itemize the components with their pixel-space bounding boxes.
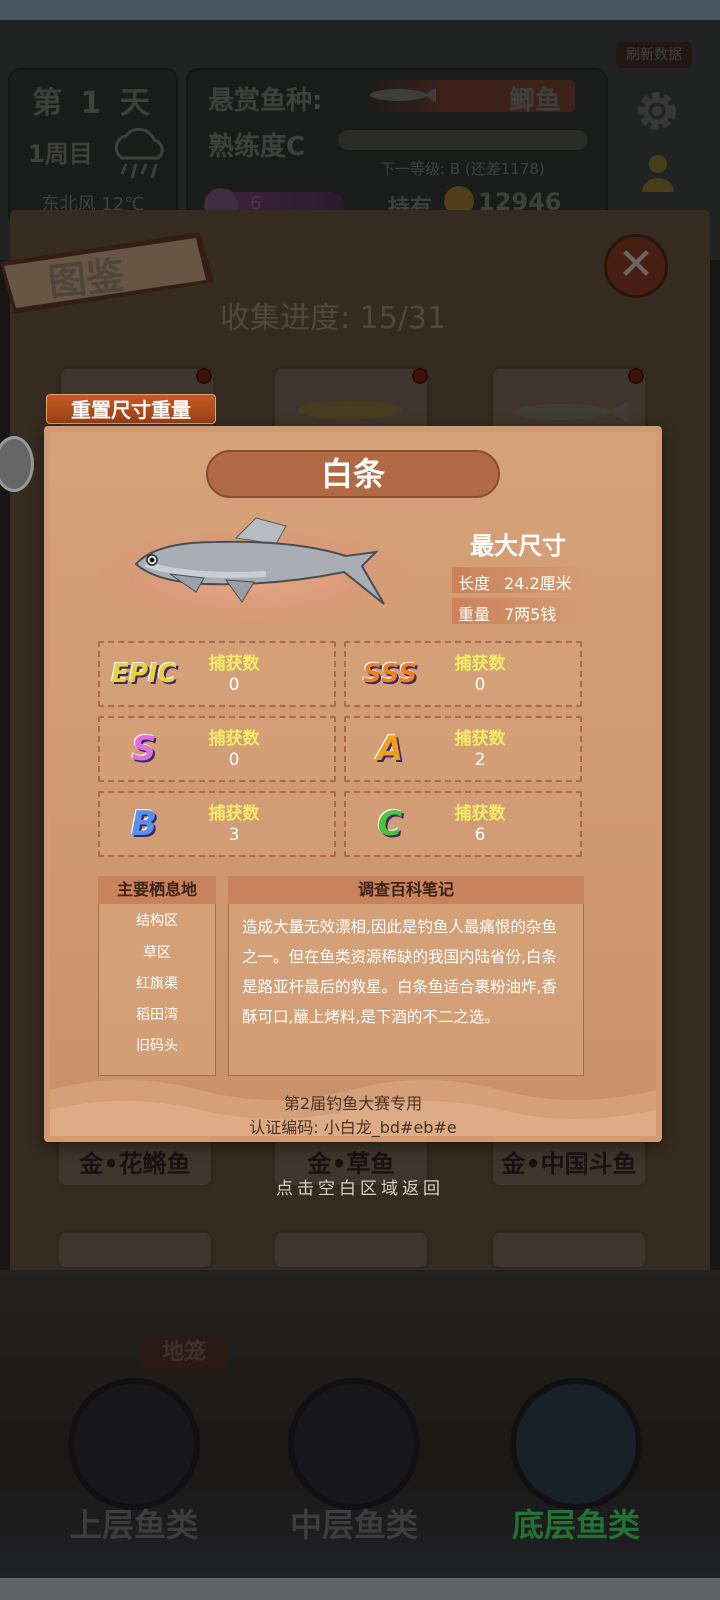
weight-label: 重量 [458, 605, 491, 624]
catch-count-value: 0 [474, 675, 486, 695]
tap-to-return-hint: 点击空白区域返回 [276, 1179, 444, 1199]
grade-s-icon: S [131, 729, 157, 769]
fish-image [134, 517, 385, 605]
catch-count-label: 捕获数 [454, 804, 506, 824]
habitat-item: 稻田湾 [136, 1007, 178, 1023]
habitat-item: 草区 [143, 945, 171, 961]
catch-count-label: 捕获数 [208, 729, 260, 749]
catch-count-label: 捕获数 [208, 804, 260, 824]
length-label: 长度 [458, 574, 491, 593]
grade-a-icon: A [376, 729, 404, 769]
catch-count-value: 2 [474, 750, 486, 770]
grade-b-icon: B [131, 804, 157, 844]
catch-count-label: 捕获数 [454, 729, 506, 749]
grade-epic-icon: EPIC [111, 659, 177, 689]
grade-sss-icon: SSS [362, 659, 418, 689]
catch-count-value: 6 [474, 825, 486, 845]
fish-name: 白条 [320, 455, 385, 493]
auth-code: 认证编码: 小白龙_bd#eb#e [249, 1118, 457, 1137]
contest-label: 第2届钓鱼大赛专用 [283, 1094, 423, 1113]
habitat-item: 结构区 [136, 913, 178, 929]
notes-text: 造成大量无效漂相,因此是钓鱼人最痛恨的杂鱼之一。但在鱼类资源稀缺的我国内陆省份,… [242, 918, 557, 1026]
reset-size-weight-button[interactable]: 重置尺寸重量 [46, 394, 216, 424]
catch-count-label: 捕获数 [454, 654, 506, 674]
catch-count-label: 捕获数 [208, 654, 260, 674]
weight-value: 7两5钱 [504, 605, 557, 624]
grade-c-icon: C [377, 804, 403, 844]
habitat-item: 红旗渠 [136, 976, 178, 992]
notes-title: 调查百科笔记 [228, 876, 584, 904]
habitat-title: 主要栖息地 [98, 876, 216, 904]
max-size-label: 最大尺寸 [470, 532, 566, 560]
catch-count-value: 3 [228, 825, 240, 845]
catch-count-value: 0 [228, 675, 240, 695]
habitat-item: 旧码头 [136, 1038, 178, 1054]
catch-count-value: 0 [228, 750, 240, 770]
length-value: 24.2厘米 [504, 574, 572, 593]
